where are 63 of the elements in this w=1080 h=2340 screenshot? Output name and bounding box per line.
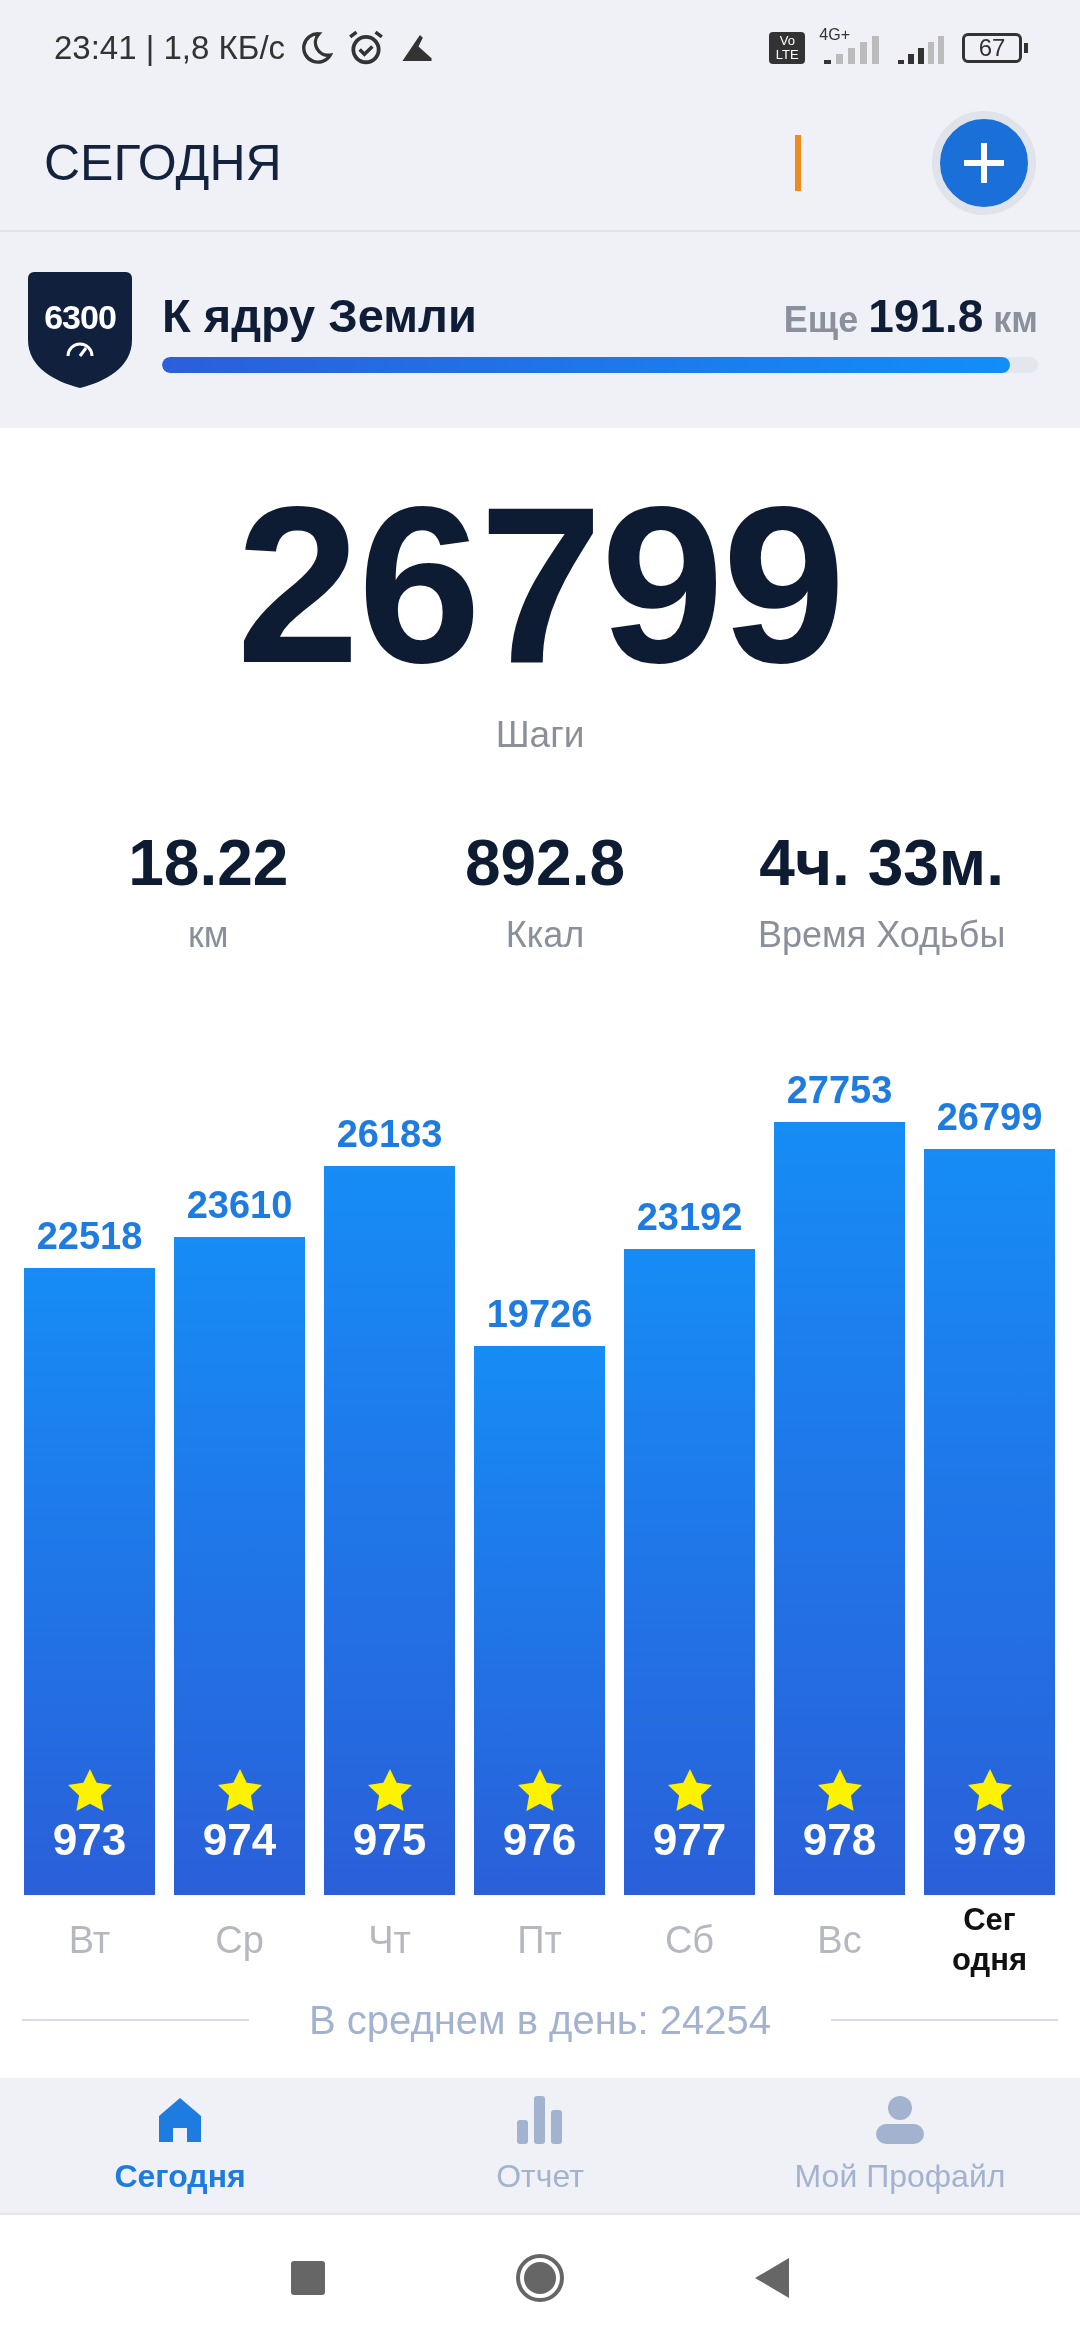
day-label: Чт [367, 1918, 412, 1963]
bar-value-label: 27753 [786, 1069, 893, 1112]
remaining-unit: км [993, 298, 1038, 341]
plus-icon [962, 140, 1006, 185]
bar-value-label: 26799 [936, 1095, 1043, 1139]
bar-count-label: 974 [202, 1815, 277, 1865]
remaining-label: Еще [783, 298, 859, 341]
stat-value: 4ч. 33м. [759, 828, 1004, 898]
volte-indicator: Vo LTE [769, 31, 806, 64]
day-label: Сег одня [951, 1901, 1028, 1979]
day-label: Вт [67, 1918, 112, 1963]
nav-tab[interactable]: Отчет [360, 2078, 720, 2213]
step-label: Шаги [494, 713, 586, 757]
home-button[interactable] [515, 2252, 565, 2303]
bar-count-label: 978 [802, 1815, 877, 1865]
daily-average: В среднем в день: 24254 [309, 1997, 771, 2044]
bar-count-label: 976 [502, 1815, 577, 1865]
bar-count-label: 975 [352, 1815, 427, 1865]
battery-indicator: 67 [962, 32, 1022, 63]
stat-label: Время Ходьбы [757, 913, 1006, 957]
bar-count-label: 973 [52, 1815, 127, 1865]
status-time: 23:41 | 1,8 КБ/с [54, 28, 286, 67]
triangle-icon [755, 2257, 789, 2298]
step-count: 26799 [235, 465, 845, 705]
star-icon [666, 1769, 713, 1813]
marker-icon [794, 134, 802, 191]
star-icon [216, 1769, 263, 1813]
bar-value-label: 19726 [486, 1292, 593, 1336]
bar-value-label: 23610 [186, 1184, 293, 1228]
back-button[interactable] [755, 2257, 789, 2298]
bar-value-label: 23192 [636, 1196, 743, 1240]
goal-title: К ядру Земли [162, 287, 478, 343]
bar-count-label: 977 [652, 1815, 727, 1865]
star-icon [516, 1769, 563, 1813]
day-label: Вс [816, 1918, 863, 1963]
stat-value: 18.22 [128, 828, 289, 898]
nav-tab[interactable]: Мой Профайл [720, 2078, 1080, 2213]
star-icon [966, 1769, 1013, 1813]
bar-count-label: 979 [952, 1815, 1027, 1865]
circle-icon [515, 2252, 565, 2303]
bar-value-label: 26183 [336, 1112, 443, 1156]
goal-badge: 6300 [28, 272, 132, 388]
network-label: 4G+ [819, 26, 850, 44]
day-label: Пт [516, 1918, 563, 1963]
home-icon [157, 2096, 203, 2144]
recents-button[interactable] [291, 2260, 325, 2295]
alarm-icon [347, 28, 386, 67]
square-icon [291, 2260, 325, 2295]
star-icon [366, 1769, 413, 1813]
stat-label: км [188, 913, 229, 957]
star-icon [816, 1769, 863, 1813]
star-icon [66, 1769, 113, 1813]
remaining-distance: 191.8 [868, 288, 984, 343]
day-label: Сб [663, 1918, 716, 1963]
moon-icon [299, 30, 334, 65]
stat-value: 892.8 [464, 828, 626, 898]
stat-label: Ккал [505, 913, 585, 957]
profile-icon [876, 2096, 924, 2144]
day-label: Ср [214, 1918, 265, 1963]
bar-value-label: 22518 [36, 1214, 143, 1258]
bar-chart-icon [517, 2096, 563, 2144]
nav-tab[interactable]: Сегодня [0, 2078, 360, 2213]
page-title: СЕГОДНЯ [44, 133, 283, 192]
